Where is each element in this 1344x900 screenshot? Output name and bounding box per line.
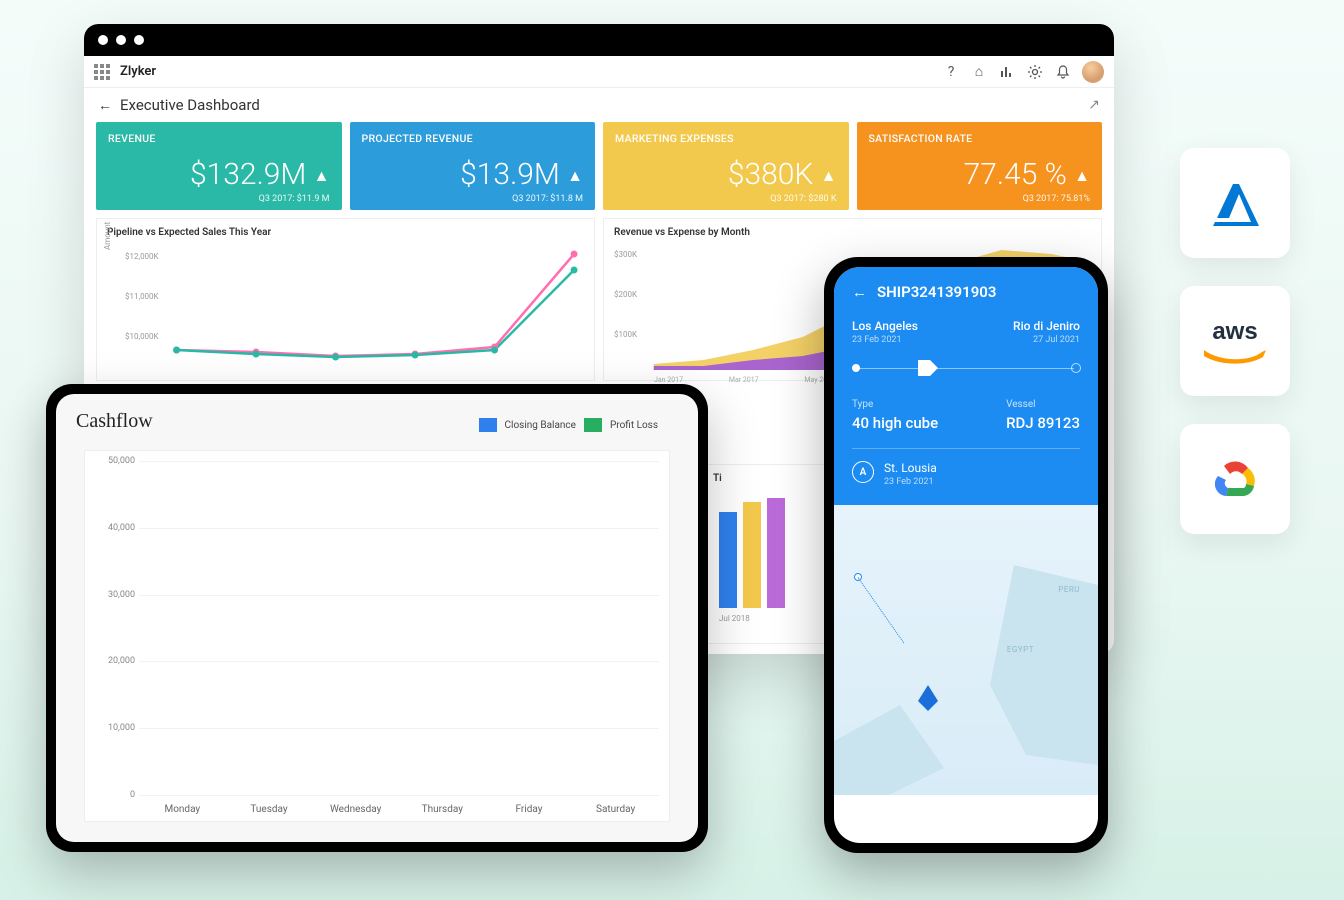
stop-date: 23 Feb 2021: [884, 477, 937, 487]
chart-title: Revenue vs Expense by Month: [614, 227, 1091, 238]
type-label: Type: [852, 399, 938, 410]
cloud-chips: aws: [1180, 148, 1290, 534]
page-header: ← Executive Dashboard ↗: [84, 88, 1114, 122]
brand-name: Zlyker: [120, 64, 156, 79]
y-tick-label: 10,000: [89, 723, 135, 733]
x-tick-label: Friday: [499, 804, 559, 815]
legend-swatch-profit: [584, 418, 602, 432]
kpi-value: $380K: [728, 157, 814, 192]
external-link-icon[interactable]: ↗: [1088, 97, 1100, 113]
kpi-value: $132.9M: [190, 157, 306, 192]
shipment-progress: [852, 357, 1080, 379]
kpi-satisfaction-rate[interactable]: SATISFACTION RATE 77.45 % ▲ Q3 2017: 75.…: [857, 122, 1103, 210]
y-axis-label: Amount: [103, 222, 112, 250]
kpi-value: 77.45 %: [964, 157, 1067, 192]
map-label-egypt: EGYPT: [1007, 645, 1034, 654]
kpi-label: PROJECTED REVENUE: [362, 132, 584, 145]
progress-end-icon: [1071, 363, 1081, 373]
y-tick-label: 20,000: [89, 656, 135, 666]
vessel-label: Vessel: [1006, 399, 1080, 410]
progress-start-icon: [852, 364, 860, 372]
help-icon[interactable]: ?: [942, 63, 960, 81]
trend-up-icon: ▲: [1074, 166, 1090, 185]
shipment-map[interactable]: PERU EGYPT: [834, 505, 1098, 795]
kpi-footnote: Q3 2017: $280 K: [615, 194, 837, 204]
map-route-icon: [858, 577, 905, 643]
trend-up-icon: ▲: [821, 166, 837, 185]
trend-up-icon: ▲: [314, 166, 330, 185]
window-dot[interactable]: [134, 35, 144, 45]
trend-up-icon: ▲: [567, 166, 583, 185]
chart-title: Pipeline vs Expected Sales This Year: [107, 227, 584, 238]
from-date: 23 Feb 2021: [852, 335, 918, 345]
kpi-row: REVENUE $132.9M ▲ Q3 2017: $11.9 M PROJE…: [84, 122, 1114, 218]
kpi-value: $13.9M: [460, 157, 560, 192]
type-value: 40 high cube: [852, 414, 938, 432]
gear-icon[interactable]: [1026, 63, 1044, 81]
phone-screen: ← SHIP3241391903 Los Angeles 23 Feb 2021…: [834, 267, 1098, 843]
page-title: Executive Dashboard: [120, 96, 260, 114]
from-city: Los Angeles: [852, 319, 918, 333]
x-tick-label: Tuesday: [239, 804, 299, 815]
to-city: Rio di Jeniro: [1013, 319, 1080, 333]
kpi-label: MARKETING EXPENSES: [615, 132, 837, 145]
gcp-chip[interactable]: [1180, 424, 1290, 534]
ship-position-icon: [916, 358, 940, 378]
vessel-value: RDJ 89123: [1006, 414, 1080, 432]
stop-badge: A: [852, 461, 874, 483]
map-label-peru: PERU: [1058, 585, 1080, 594]
kpi-footnote: Q3 2017: $11.9 M: [108, 194, 330, 204]
azure-chip[interactable]: [1180, 148, 1290, 258]
y-tick-label: 0: [89, 790, 135, 800]
y-tick-label: 40,000: [89, 523, 135, 533]
kpi-label: SATISFACTION RATE: [869, 132, 1091, 145]
to-date: 27 Jul 2021: [1013, 335, 1080, 345]
aws-logo-text: aws: [1212, 318, 1257, 346]
tablet-device: Cashflow Closing Balance Profit Loss Mon…: [46, 384, 708, 852]
window-dot[interactable]: [116, 35, 126, 45]
kpi-revenue[interactable]: REVENUE $132.9M ▲ Q3 2017: $11.9 M: [96, 122, 342, 210]
kpi-label: REVENUE: [108, 132, 330, 145]
cashflow-chart: Monday Tuesday Wednesday Thursday Friday Satu…: [84, 450, 670, 822]
y-tick-label: 50,000: [89, 456, 135, 466]
window-dot[interactable]: [98, 35, 108, 45]
legend-label-closing: Closing Balance: [505, 420, 576, 431]
phone-device: ← SHIP3241391903 Los Angeles 23 Feb 2021…: [824, 257, 1108, 853]
x-tick-label: Wednesday: [326, 804, 386, 815]
window-titlebar: [84, 24, 1114, 56]
aws-swoosh-icon: [1200, 346, 1270, 364]
tablet-screen: Cashflow Closing Balance Profit Loss Mon…: [56, 394, 698, 842]
shipment-card: ← SHIP3241391903 Los Angeles 23 Feb 2021…: [834, 267, 1098, 505]
kpi-footnote: Q3 2017: 75.81%: [869, 194, 1091, 204]
kpi-marketing-expenses[interactable]: MARKETING EXPENSES $380K ▲ Q3 2017: $280…: [603, 122, 849, 210]
legend-swatch-closing: [479, 418, 497, 432]
x-tick-label: Monday: [152, 804, 212, 815]
pipeline-chart-card[interactable]: Pipeline vs Expected Sales This Year Amo…: [96, 218, 595, 381]
azure-icon: [1205, 178, 1265, 228]
apps-grid-icon[interactable]: [94, 64, 110, 80]
bell-icon[interactable]: [1054, 63, 1072, 81]
y-tick-label: 30,000: [89, 590, 135, 600]
map-vessel-icon: [914, 683, 942, 717]
analytics-icon[interactable]: [998, 63, 1016, 81]
stop-city: St. Lousia: [884, 461, 937, 475]
kpi-footnote: Q3 2017: $11.8 M: [362, 194, 584, 204]
home-icon[interactable]: ⌂: [970, 63, 988, 81]
cashflow-legend: Closing Balance Profit Loss: [479, 418, 658, 432]
pipeline-chart: Amount $12,000K $11,000K $10,000K: [107, 242, 584, 372]
back-arrow-icon[interactable]: ←: [852, 283, 867, 301]
back-arrow-icon[interactable]: ←: [98, 97, 112, 114]
x-tick-label: Saturday: [586, 804, 646, 815]
aws-chip[interactable]: aws: [1180, 286, 1290, 396]
app-header: Zlyker ? ⌂: [84, 56, 1114, 88]
gcp-icon: [1204, 454, 1266, 504]
avatar[interactable]: [1082, 61, 1104, 83]
shipment-id: SHIP3241391903: [877, 283, 996, 301]
kpi-projected-revenue[interactable]: PROJECTED REVENUE $13.9M ▲ Q3 2017: $11.…: [350, 122, 596, 210]
x-tick-label: Thursday: [412, 804, 472, 815]
legend-label-profit: Profit Loss: [610, 420, 658, 431]
